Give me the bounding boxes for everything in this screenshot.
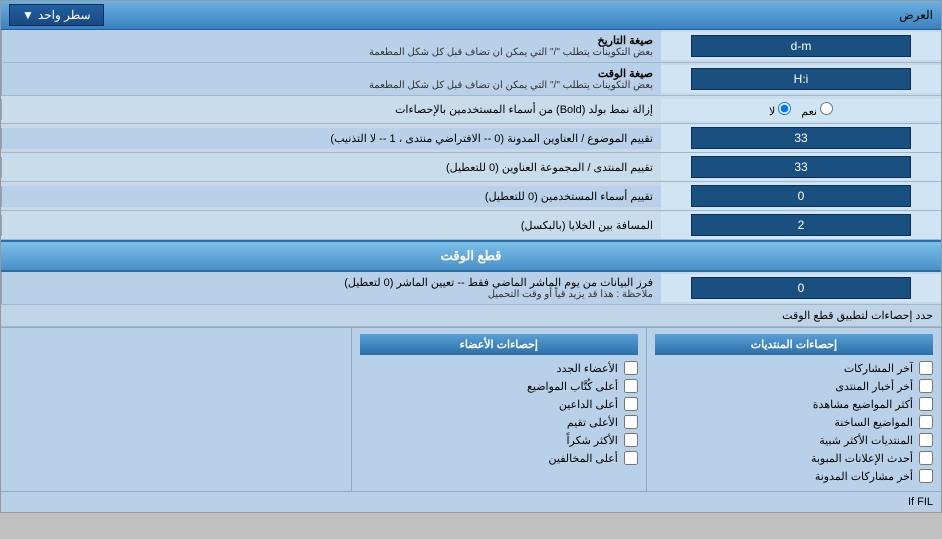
forum-stat-5-label: أحدث الإعلانات المبوبة	[811, 452, 913, 465]
date-format-input-cell	[661, 32, 941, 60]
forum-order-row: تقييم المنتدى / المجموعة العناوين (0 للت…	[1, 153, 941, 182]
col-divider	[646, 328, 647, 491]
bold-no-radio[interactable]	[778, 102, 791, 115]
radio-no-label: لا	[769, 102, 791, 118]
cutoff-label: فرز البيانات من يوم الماشر الماضي فقط --…	[1, 272, 661, 304]
forum-stat-3-checkbox[interactable]	[919, 415, 933, 429]
forum-order-input[interactable]	[691, 156, 911, 178]
member-stat-4-label: الأكثر شكراً	[566, 434, 617, 447]
forum-stat-5: أحدث الإعلانات المبوبة	[655, 449, 933, 467]
forum-order-input-cell	[661, 153, 941, 181]
forum-stat-6-checkbox[interactable]	[919, 469, 933, 483]
forum-stat-6: أخر مشاركات المدونة	[655, 467, 933, 485]
forum-stat-0: آخر المشاركات	[655, 359, 933, 377]
forum-stat-6-label: أخر مشاركات المدونة	[815, 470, 913, 483]
member-stat-3: الأعلى تقيم	[360, 413, 638, 431]
member-stat-5-label: أعلى المخالفين	[549, 452, 618, 465]
dropdown-label: سطر واحد	[38, 8, 91, 22]
member-stats-title: إحصاءات الأعضاء	[360, 334, 638, 355]
forum-order-label: تقييم المنتدى / المجموعة العناوين (0 للت…	[1, 157, 661, 178]
main-container: العرض سطر واحد ▼ صيغة التاريخ بعض التكوي…	[0, 0, 942, 513]
bold-yes-radio[interactable]	[820, 102, 833, 115]
cutoff-input-cell	[661, 274, 941, 302]
forum-stat-1-checkbox[interactable]	[919, 379, 933, 393]
user-names-input[interactable]	[691, 185, 911, 207]
forum-stat-4: المنتديات الأكثر شبية	[655, 431, 933, 449]
cell-spacing-row: المسافة بين الخلايا (بالبكسل)	[1, 211, 941, 240]
forum-stats-title: إحصاءات المنتديات	[655, 334, 933, 355]
time-format-row: صيغة الوقت بعض التكوينات يتطلب "/" التي …	[1, 63, 941, 96]
forum-stats-col: إحصاءات المنتديات آخر المشاركات أخر أخبا…	[647, 328, 941, 491]
topic-order-input[interactable]	[691, 127, 911, 149]
time-format-input[interactable]	[691, 68, 911, 90]
bold-remove-radio-cell: نعم لا	[661, 99, 941, 121]
forum-stat-0-label: آخر المشاركات	[844, 362, 913, 375]
member-stat-1-checkbox[interactable]	[624, 379, 638, 393]
cutoff-row: فرز البيانات من يوم الماشر الماضي فقط --…	[1, 272, 941, 305]
col-divider-2	[351, 328, 352, 491]
date-format-label: صيغة التاريخ بعض التكوينات يتطلب "/" الت…	[1, 30, 661, 62]
member-stat-0: الأعضاء الجدد	[360, 359, 638, 377]
user-names-row: تقييم أسماء المستخدمين (0 للتعطيل)	[1, 182, 941, 211]
topic-order-input-cell	[661, 124, 941, 152]
dropdown-arrow-icon: ▼	[22, 8, 34, 22]
forum-stat-1: أخر أخبار المنتدى	[655, 377, 933, 395]
forum-stat-3-label: المواضيع الساخنة	[834, 416, 913, 429]
forum-stat-0-checkbox[interactable]	[919, 361, 933, 375]
member-stat-1: أعلى كُتَّاب المواضيع	[360, 377, 638, 395]
topic-order-row: تقييم الموضوع / العناوين المدونة (0 -- ا…	[1, 124, 941, 153]
forum-stat-2: أكثر المواضيع مشاهدة	[655, 395, 933, 413]
member-stats-col: إحصاءات الأعضاء الأعضاء الجدد أعلى كُتَّ…	[352, 328, 646, 491]
member-stat-3-label: الأعلى تقيم	[567, 416, 618, 429]
user-names-input-cell	[661, 182, 941, 210]
forum-stat-3: المواضيع الساخنة	[655, 413, 933, 431]
cutoff-input[interactable]	[691, 277, 911, 299]
radio-yes-label: نعم	[801, 102, 833, 118]
forum-stat-5-checkbox[interactable]	[919, 451, 933, 465]
footer-note: If FIL	[1, 491, 941, 512]
date-format-row: صيغة التاريخ بعض التكوينات يتطلب "/" الت…	[1, 30, 941, 63]
member-stat-1-label: أعلى كُتَّاب المواضيع	[527, 380, 618, 393]
bold-remove-label: إزالة نمط بولد (Bold) من أسماء المستخدمي…	[1, 99, 661, 120]
member-stat-5-checkbox[interactable]	[624, 451, 638, 465]
cutoff-section-header: قطع الوقت	[1, 240, 941, 272]
cell-spacing-input[interactable]	[691, 214, 911, 236]
forum-stat-1-label: أخر أخبار المنتدى	[835, 380, 913, 393]
member-stat-0-checkbox[interactable]	[624, 361, 638, 375]
date-format-input[interactable]	[691, 35, 911, 57]
right-col	[1, 328, 351, 491]
member-stat-2: أعلى الداعين	[360, 395, 638, 413]
page-title: العرض	[899, 8, 933, 22]
cell-spacing-label: المسافة بين الخلايا (بالبكسل)	[1, 215, 661, 236]
member-stat-0-label: الأعضاء الجدد	[557, 362, 618, 375]
member-stat-4-checkbox[interactable]	[624, 433, 638, 447]
forum-stat-2-label: أكثر المواضيع مشاهدة	[813, 398, 913, 411]
member-stat-5: أعلى المخالفين	[360, 449, 638, 467]
cell-spacing-input-cell	[661, 211, 941, 239]
time-format-label: صيغة الوقت بعض التكوينات يتطلب "/" التي …	[1, 63, 661, 95]
member-stat-2-checkbox[interactable]	[624, 397, 638, 411]
forum-stat-2-checkbox[interactable]	[919, 397, 933, 411]
forum-stat-4-checkbox[interactable]	[919, 433, 933, 447]
user-names-label: تقييم أسماء المستخدمين (0 للتعطيل)	[1, 186, 661, 207]
display-dropdown[interactable]: سطر واحد ▼	[9, 4, 104, 26]
member-stat-4: الأكثر شكراً	[360, 431, 638, 449]
topic-order-label: تقييم الموضوع / العناوين المدونة (0 -- ا…	[1, 128, 661, 149]
member-stat-2-label: أعلى الداعين	[559, 398, 618, 411]
time-format-input-cell	[661, 65, 941, 93]
bold-remove-row: نعم لا إزالة نمط بولد (Bold) من أسماء ال…	[1, 96, 941, 124]
member-stat-3-checkbox[interactable]	[624, 415, 638, 429]
top-bar: العرض سطر واحد ▼	[1, 1, 941, 30]
stats-container: إحصاءات المنتديات آخر المشاركات أخر أخبا…	[1, 327, 941, 491]
limit-row: حدد إحصاءات لتطبيق قطع الوقت	[1, 305, 941, 327]
forum-stat-4-label: المنتديات الأكثر شبية	[819, 434, 913, 447]
